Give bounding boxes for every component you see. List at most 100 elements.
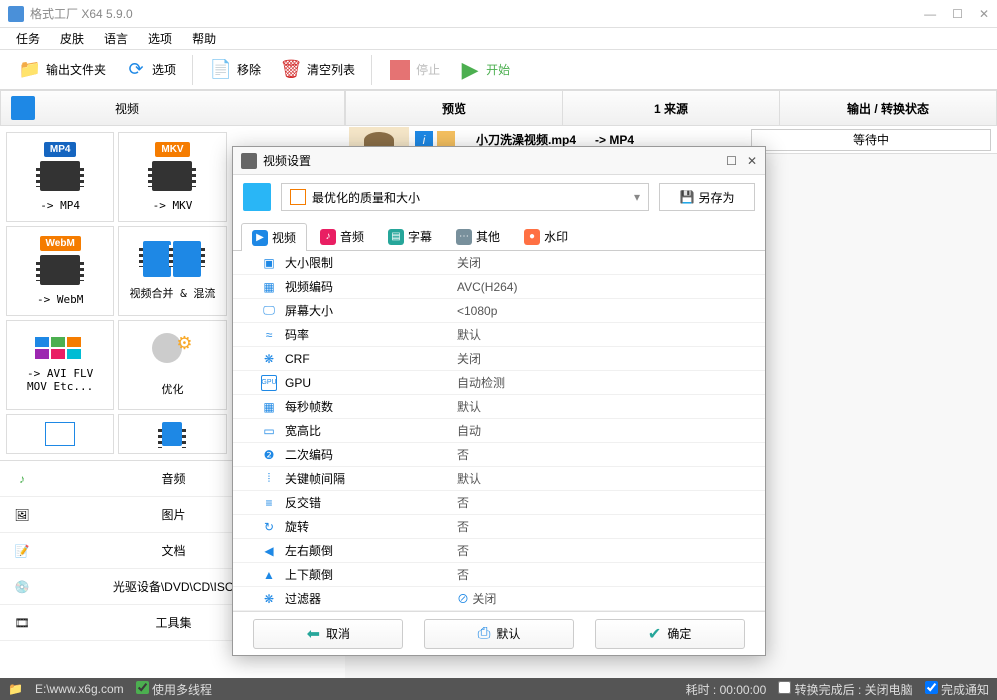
tab-video-label: 视频 (272, 229, 296, 246)
format-split[interactable] (118, 414, 226, 454)
video-category-header[interactable]: 视频 (0, 90, 345, 126)
multithread-label: 使用多线程 (152, 683, 212, 697)
dialog-title: 视频设置 (263, 152, 726, 169)
property-icon: ❋ (261, 351, 277, 367)
video-header-label: 视频 (115, 100, 334, 117)
property-row[interactable]: ▭宽高比自动 (233, 419, 765, 443)
statusbar-folder-icon[interactable]: 📁 (8, 682, 23, 696)
default-button[interactable]: ⎙ 默认 (424, 619, 574, 649)
property-row[interactable]: ▦每秒帧数默认 (233, 395, 765, 419)
clear-icon: 🗑 (279, 58, 303, 82)
property-row[interactable]: GPUGPU自动检测 (233, 371, 765, 395)
menu-options[interactable]: 选项 (140, 28, 180, 49)
watermark-tab-icon: ● (524, 229, 540, 245)
property-value: 否 (453, 566, 765, 583)
property-row[interactable]: ❋CRF关闭 (233, 347, 765, 371)
film-icon (152, 161, 192, 191)
property-value: 否 (453, 446, 765, 463)
start-button[interactable]: ▶ 开始 (452, 54, 516, 86)
tab-other[interactable]: ⋯ 其他 (445, 222, 511, 250)
property-icon: ≈ (261, 327, 277, 343)
output-folder-label: 输出文件夹 (46, 61, 106, 78)
queue-header: 预览 1 来源 输出 / 转换状态 (345, 90, 997, 126)
dialog-maximize-button[interactable]: ☐ (726, 154, 737, 168)
menu-help[interactable]: 帮助 (184, 28, 224, 49)
menu-task[interactable]: 任务 (8, 28, 48, 49)
dialog-body[interactable]: ▣大小限制关闭 ▦ 视频编码 AVC(H264) 🖵屏幕大小<1080p≈码率默认❋CR… (233, 251, 765, 611)
property-row[interactable]: ≡反交错否 (233, 491, 765, 515)
property-value: AVC(H264) (453, 280, 765, 294)
multithread-checkbox[interactable]: 使用多线程 (136, 681, 212, 698)
minimize-button[interactable]: — (924, 7, 936, 21)
crop-icon (45, 422, 75, 446)
clear-list-button[interactable]: 🗑 清空列表 (273, 54, 361, 86)
format-mp4[interactable]: MP4 -> MP4 (6, 132, 114, 222)
remove-button[interactable]: 📄 移除 (203, 54, 267, 86)
property-row[interactable]: ❋过滤器⊘ 关闭 (233, 587, 765, 611)
format-optimize[interactable]: ⚙ 优化 (118, 320, 226, 410)
close-button[interactable]: ✕ (979, 7, 989, 21)
save-as-button[interactable]: 💾 另存为 (659, 183, 755, 211)
tab-subtitle[interactable]: ▤ 字幕 (377, 222, 443, 250)
col-output[interactable]: 输出 / 转换状态 (780, 91, 996, 125)
cancel-button[interactable]: ⬅ 取消 (253, 619, 403, 649)
app-icon (8, 6, 24, 22)
tab-audio[interactable]: ♪ 音频 (309, 222, 375, 250)
property-row[interactable]: ▲上下颠倒否 (233, 563, 765, 587)
stop-label: 停止 (416, 61, 440, 78)
film-icon (40, 161, 80, 191)
property-name: 视频编码 (285, 278, 333, 295)
chevron-down-icon: ▾ (634, 190, 640, 204)
format-merge[interactable]: ➜ 视频合并 & 混流 (118, 226, 226, 316)
dialog-tabs: ▶ 视频 ♪ 音频 ▤ 字幕 ⋯ 其他 ● 水印 (233, 219, 765, 251)
options-button[interactable]: ⟳ 选项 (118, 54, 182, 86)
menu-language[interactable]: 语言 (96, 28, 136, 49)
menu-skin[interactable]: 皮肤 (52, 28, 92, 49)
after-convert-checkbox[interactable]: 转换完成后 : 关闭电脑 (778, 681, 912, 698)
col-preview[interactable]: 预览 (346, 91, 563, 125)
property-row[interactable]: ▣大小限制关闭 (233, 251, 765, 275)
property-row[interactable]: ▦视频编码AVC(H264) (233, 275, 765, 299)
multi-format-icon (35, 337, 85, 359)
mp4-label: -> MP4 (40, 199, 80, 212)
video-settings-dialog: 视频设置 ☐ ✕ 最优化的质量和大小 ▾ 💾 另存为 ▶ 视频 ♪ 音频 ▤ 字… (232, 146, 766, 656)
format-avi[interactable]: -> AVI FLV MOV Etc... (6, 320, 114, 410)
notify-checkbox[interactable]: 完成通知 (925, 681, 989, 698)
tab-watermark[interactable]: ● 水印 (513, 222, 579, 250)
col-source[interactable]: 1 来源 (563, 91, 780, 125)
back-arrow-icon: ⬅ (307, 624, 320, 644)
audio-icon: ♪ (10, 467, 34, 491)
output-folder-button[interactable]: 📁 输出文件夹 (12, 54, 112, 86)
profile-select[interactable]: 最优化的质量和大小 ▾ (281, 183, 649, 211)
property-row[interactable]: ❷二次编码否 (233, 443, 765, 467)
property-value: 否 (453, 542, 765, 559)
property-row[interactable]: ◀左右颠倒否 (233, 539, 765, 563)
profile-label: 最优化的质量和大小 (312, 189, 420, 206)
merge-label: 视频合并 & 混流 (130, 285, 216, 301)
property-row[interactable]: ↻旋转否 (233, 515, 765, 539)
tab-video[interactable]: ▶ 视频 (241, 223, 307, 251)
statusbar-path[interactable]: E:\www.x6g.com (35, 682, 124, 696)
optimize-icon: ⚙ (152, 333, 192, 373)
dialog-close-button[interactable]: ✕ (747, 154, 757, 168)
property-value: 关闭 (453, 254, 765, 271)
property-icon: ▦ (261, 399, 277, 415)
dialog-titlebar: 视频设置 ☐ ✕ (233, 147, 765, 175)
notify-input[interactable] (925, 681, 938, 694)
status-bar: 📁 E:\www.x6g.com 使用多线程 耗时 : 00:00:00 转换完… (0, 678, 997, 700)
tab-subtitle-label: 字幕 (408, 228, 432, 245)
ok-button[interactable]: ✔ 确定 (595, 619, 745, 649)
stop-button[interactable]: 停止 (382, 54, 446, 86)
format-crop[interactable] (6, 414, 114, 454)
profile-icon (243, 183, 271, 211)
property-value: 自动 (453, 422, 765, 439)
format-mkv[interactable]: MKV -> MKV (118, 132, 226, 222)
property-row[interactable]: 🖵屏幕大小<1080p (233, 299, 765, 323)
maximize-button[interactable]: ☐ (952, 7, 963, 21)
multithread-input[interactable] (136, 681, 149, 694)
property-row[interactable]: ≈码率默认 (233, 323, 765, 347)
queue-output-format: -> MP4 (595, 133, 745, 147)
property-row[interactable]: ⦙关键帧间隔默认 (233, 467, 765, 491)
after-convert-input[interactable] (778, 681, 791, 694)
format-webm[interactable]: WebM -> WebM (6, 226, 114, 316)
